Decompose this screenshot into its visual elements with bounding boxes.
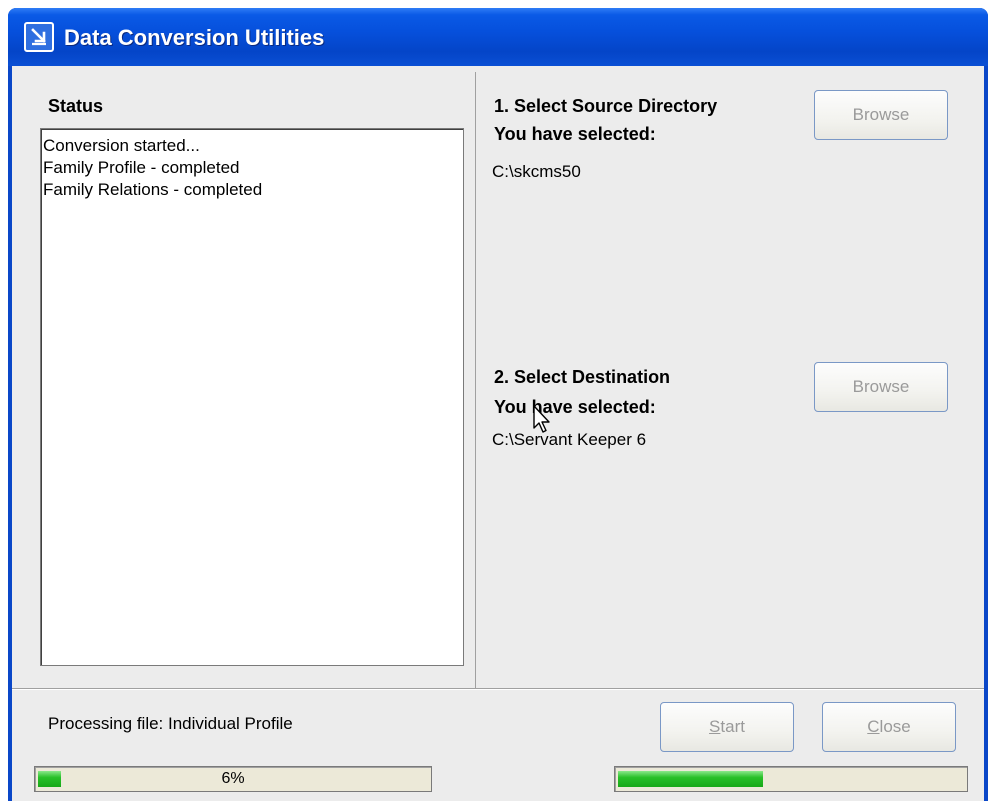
status-line: Conversion started... — [43, 136, 200, 155]
mouse-cursor-icon — [532, 404, 554, 439]
status-label: Status — [48, 96, 104, 116]
source-selected-label: You have selected: — [494, 124, 656, 144]
processing-status: Processing file: Individual Profile — [48, 714, 293, 733]
start-mnemonic: S — [709, 717, 721, 736]
destination-heading: 2. Select Destination — [494, 367, 671, 387]
footer-divider — [12, 688, 984, 690]
selection-pane: 1. Select Source Directory You have sele… — [478, 72, 982, 688]
destination-path: C:\Servant Keeper 6 — [492, 430, 647, 449]
title-bar[interactable]: Data Conversion Utilities — [8, 8, 988, 66]
client-area: Status Conversion started... Family Prof… — [12, 66, 984, 801]
source-browse-button[interactable]: Browse — [814, 90, 948, 140]
window-title: Data Conversion Utilities — [64, 25, 325, 50]
start-button[interactable]: Start — [660, 702, 794, 752]
status-log[interactable]: Conversion started... Family Profile - c… — [40, 128, 464, 666]
status-line: Family Relations - completed — [43, 180, 263, 199]
destination-selected-label: You have selected: — [494, 397, 656, 417]
status-line: Family Profile - completed — [43, 158, 240, 177]
conversion-window: Data Conversion Utilities Status Convers… — [8, 8, 988, 801]
status-pane: Status Conversion started... Family Prof… — [16, 72, 476, 688]
source-heading: 1. Select Source Directory — [494, 96, 718, 116]
source-path: C:\skcms50 — [492, 162, 581, 181]
start-label: tart — [720, 717, 745, 736]
file-progress-fill — [618, 771, 763, 787]
file-progress-bar — [614, 766, 968, 792]
overall-progress-percent: 6% — [221, 770, 245, 787]
close-label: lose — [879, 717, 911, 736]
close-mnemonic: C — [867, 717, 880, 736]
destination-browse-button[interactable]: Browse — [814, 362, 948, 412]
close-button[interactable]: Close — [822, 702, 956, 752]
conversion-arrow-icon — [24, 22, 54, 52]
overall-progress-bar: 6% — [34, 766, 432, 792]
